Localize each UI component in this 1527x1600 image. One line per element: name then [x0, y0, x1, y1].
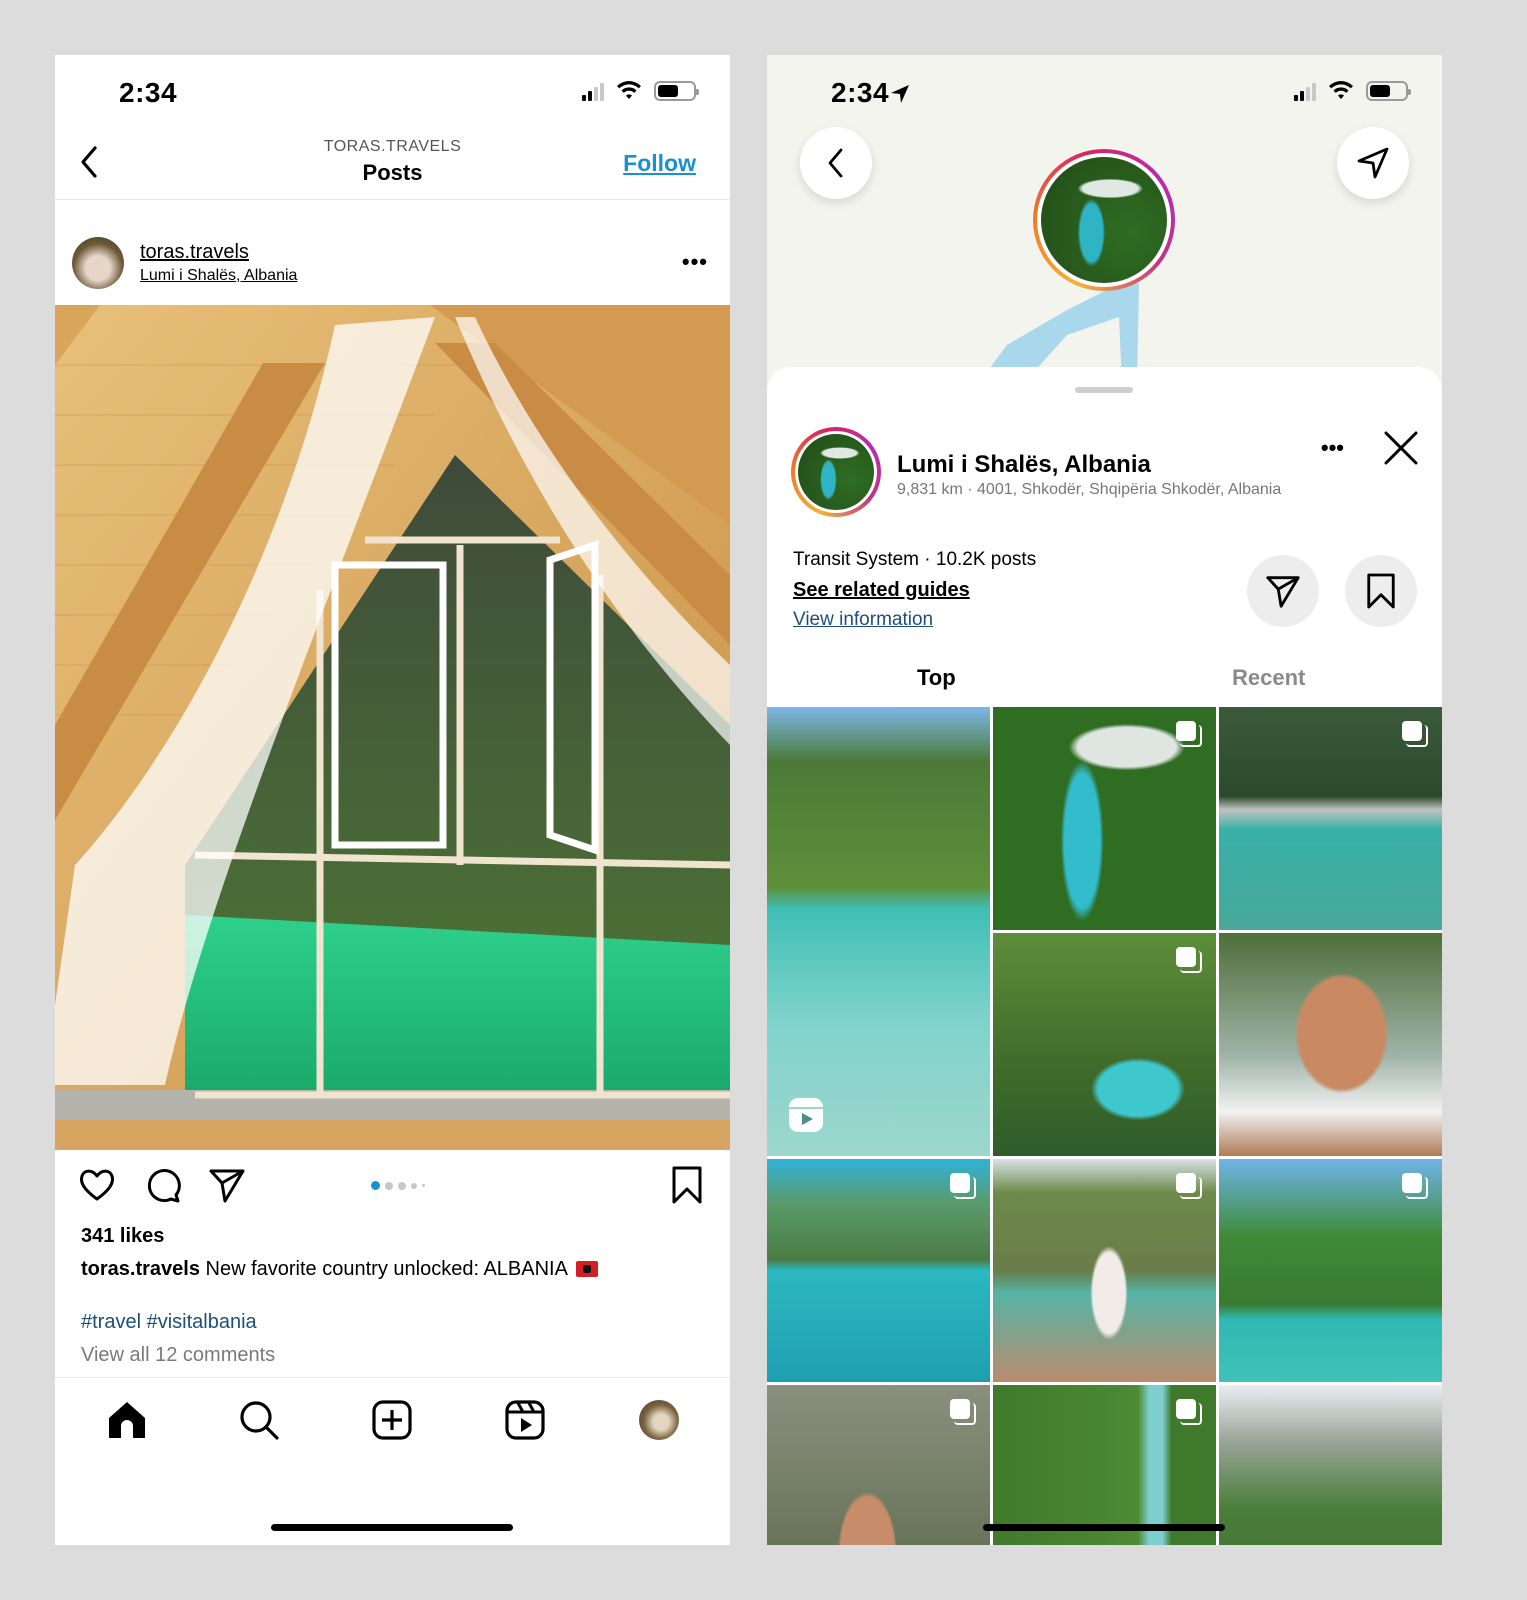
status-icons	[582, 81, 699, 101]
carousel-dot	[411, 1182, 417, 1189]
grid-post[interactable]	[767, 707, 990, 1156]
back-button[interactable]	[800, 127, 872, 199]
attic-window-photo	[55, 305, 730, 1150]
like-heart-icon[interactable]	[77, 1165, 117, 1205]
post-location[interactable]: Lumi i Shalës, Albania	[140, 267, 297, 285]
location-name: Lumi i Shalës, Albania	[897, 451, 1151, 478]
home-icon[interactable]	[105, 1398, 149, 1442]
share-location-button[interactable]	[1247, 555, 1319, 627]
bookmark-icon	[1367, 573, 1395, 609]
multiple-photos-icon	[1176, 1173, 1202, 1199]
tab-top[interactable]: Top	[917, 665, 956, 691]
battery-icon	[1366, 81, 1411, 101]
location-avatar[interactable]	[791, 427, 881, 517]
multiple-photos-icon	[1176, 1399, 1202, 1425]
grid-post[interactable]	[993, 1159, 1216, 1382]
cellular-signal-icon	[582, 81, 604, 101]
author-avatar[interactable]	[72, 237, 124, 289]
multiple-photos-icon	[950, 1399, 976, 1425]
location-address: 9,831 km · 4001, Shkodër, Shqipëria Shko…	[897, 481, 1282, 498]
caption-author[interactable]: toras.travels	[81, 1258, 200, 1280]
back-icon	[828, 148, 843, 178]
status-time: 2:34	[119, 77, 178, 108]
grid-post[interactable]	[1219, 1159, 1442, 1382]
location-meta: Transit System · 10.2K posts	[793, 549, 1037, 570]
bookmark-icon[interactable]	[670, 1165, 704, 1205]
save-location-button[interactable]	[1345, 555, 1417, 627]
more-options-button[interactable]: •••	[682, 249, 708, 275]
cellular-signal-icon	[1294, 81, 1316, 101]
carousel-dot	[398, 1181, 406, 1190]
bottom-tab-bar	[55, 1377, 730, 1545]
share-send-icon[interactable]	[207, 1165, 247, 1205]
carousel-dot	[385, 1181, 393, 1190]
post-caption: toras.travels New favorite country unloc…	[81, 1258, 598, 1281]
home-indicator	[983, 1524, 1225, 1531]
grid-post[interactable]	[993, 707, 1216, 930]
battery-icon	[654, 81, 699, 101]
status-time: 2:34	[831, 77, 890, 108]
post-header: toras.travels Lumi i Shalës, Albania •••	[55, 233, 730, 303]
post-screen: 2:34 TORAS.TRAVELS Posts Follow toras.tr…	[55, 55, 730, 1545]
view-comments-link[interactable]: View all 12 comments	[81, 1344, 275, 1367]
tab-recent[interactable]: Recent	[1232, 665, 1305, 691]
search-icon[interactable]	[237, 1398, 281, 1442]
post-actions	[55, 1165, 730, 1209]
carousel-indicator	[371, 1181, 425, 1190]
location-thumbnail	[1041, 157, 1167, 283]
reel-icon	[789, 1098, 823, 1132]
grid-post[interactable]	[1219, 707, 1442, 930]
sheet-grabber[interactable]	[1075, 387, 1133, 393]
close-icon[interactable]	[1382, 429, 1420, 467]
status-bar: 2:34	[55, 55, 730, 130]
post-hashtags[interactable]: #travel #visitalbania	[81, 1311, 257, 1334]
directions-button[interactable]	[1337, 127, 1409, 199]
multiple-photos-icon	[1402, 1173, 1428, 1199]
follow-button[interactable]: Follow	[623, 150, 696, 177]
header: TORAS.TRAVELS Posts Follow	[55, 130, 730, 200]
see-related-guides-link[interactable]: See related guides	[793, 579, 970, 602]
reels-icon[interactable]	[503, 1398, 547, 1442]
location-services-icon	[891, 85, 909, 103]
caption-text: New favorite country unlocked: ALBANIA	[205, 1258, 568, 1280]
wifi-icon	[617, 81, 641, 99]
navigation-arrow-icon	[1357, 147, 1389, 179]
posts-grid	[767, 707, 1442, 1545]
multiple-photos-icon	[1402, 721, 1428, 747]
location-avatar-image	[798, 434, 874, 510]
status-bar: 2:34	[767, 55, 1442, 130]
comment-icon[interactable]	[143, 1165, 183, 1205]
share-send-icon	[1266, 576, 1300, 608]
status-icons	[1294, 81, 1411, 101]
grid-post[interactable]	[993, 933, 1216, 1156]
view-information-link[interactable]: View information	[793, 609, 933, 631]
wifi-icon	[1329, 81, 1353, 99]
location-sheet: Lumi i Shalës, Albania 9,831 km · 4001, …	[767, 367, 1442, 1545]
multiple-photos-icon	[1176, 947, 1202, 973]
albania-flag-icon	[575, 1261, 598, 1277]
location-screen: 2:34 Lumi i Shalës, Albania 9,831 km · 4…	[767, 55, 1442, 1545]
create-post-icon[interactable]	[370, 1398, 414, 1442]
likes-count[interactable]: 341 likes	[81, 1225, 164, 1248]
grid-post[interactable]	[1219, 1385, 1442, 1545]
grid-post[interactable]	[1219, 933, 1442, 1156]
profile-avatar[interactable]	[639, 1400, 679, 1440]
carousel-dot	[422, 1184, 425, 1187]
map-location-pin[interactable]	[1033, 149, 1175, 291]
grid-post[interactable]	[767, 1385, 990, 1545]
carousel-dot-active	[371, 1181, 380, 1190]
post-author[interactable]: toras.travels	[140, 241, 249, 264]
multiple-photos-icon	[950, 1173, 976, 1199]
more-options-button[interactable]: •••	[1321, 435, 1344, 461]
grid-post[interactable]	[993, 1385, 1216, 1545]
grid-post[interactable]	[767, 1159, 990, 1382]
post-image[interactable]	[55, 305, 730, 1150]
home-indicator	[271, 1524, 513, 1531]
multiple-photos-icon	[1176, 721, 1202, 747]
